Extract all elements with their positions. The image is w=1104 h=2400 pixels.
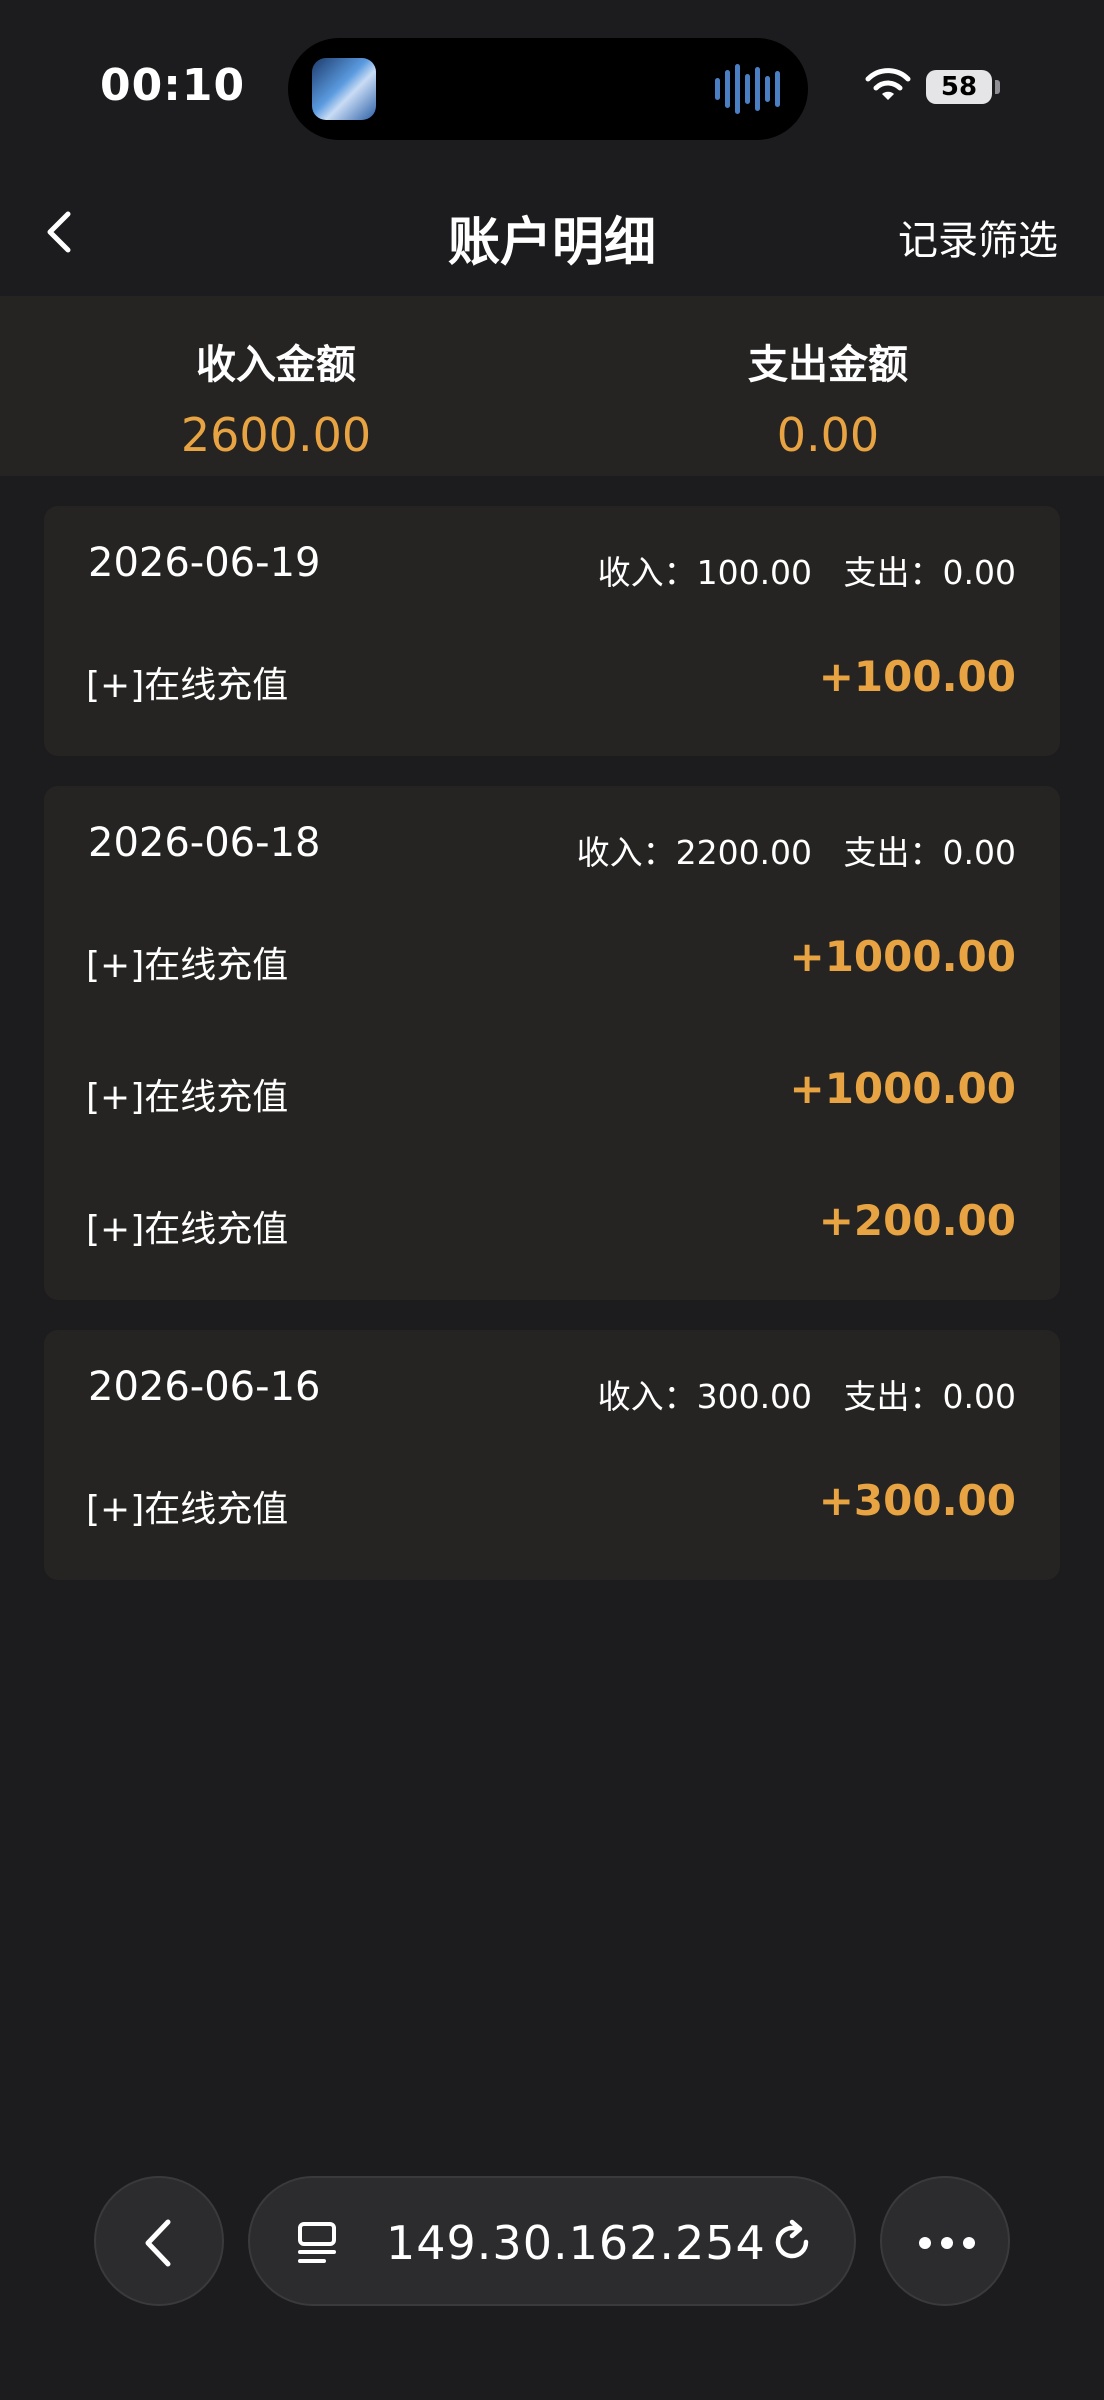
app-thumbnail-icon	[312, 58, 376, 120]
expense-value: 0.00	[776, 408, 880, 462]
summary-panel: 收入金额 2600.00 支出金额 0.00	[0, 296, 1104, 476]
day-date: 2026-06-19	[88, 540, 321, 586]
account-details-page: 00:10 58 账户明细 记录筛选 收入金额 2600.00 支出金额 0.0…	[0, 0, 1104, 2400]
ellipsis-icon	[919, 2237, 975, 2249]
transaction-label: [+]在线充值	[86, 1209, 289, 1250]
wifi-icon	[865, 68, 911, 100]
transaction-row[interactable]: [+]在线充值 +200.00	[44, 1160, 1060, 1292]
transaction-label: [+]在线充值	[86, 1077, 289, 1118]
transaction-row[interactable]: [+]在线充值 +1000.00	[44, 1028, 1060, 1160]
day-date: 2026-06-18	[88, 820, 321, 866]
back-chevron-icon	[145, 2219, 171, 2267]
day-group-card: 2026-06-16 收入：300.00 支出：0.00 [+]在线充值 +30…	[44, 1330, 1060, 1580]
day-totals: 收入：2200.00 支出：0.00	[576, 833, 1016, 872]
income-value: 2600.00	[180, 408, 372, 462]
transaction-row[interactable]: [+]在线充值 +300.00	[44, 1440, 1060, 1572]
transaction-label: [+]在线充值	[86, 1489, 289, 1530]
transaction-row[interactable]: [+]在线充值 +100.00	[44, 616, 1060, 748]
transaction-label: [+]在线充值	[86, 665, 289, 706]
browser-address-bar[interactable]: 149.30.162.254	[248, 2176, 856, 2306]
income-summary: 收入金额 2600.00	[0, 332, 552, 462]
battery-icon: 58	[926, 70, 992, 104]
day-totals: 收入：300.00 支出：0.00	[597, 1377, 1016, 1416]
status-time: 00:10	[100, 60, 246, 111]
transaction-amount: +100.00	[818, 652, 1016, 701]
expense-label: 支出金额	[748, 342, 908, 388]
transaction-amount: +200.00	[818, 1196, 1016, 1245]
audio-wave-icon	[715, 64, 780, 114]
day-date: 2026-06-16	[88, 1364, 321, 1410]
status-bar: 00:10 58	[0, 0, 1104, 170]
day-totals: 收入：100.00 支出：0.00	[597, 553, 1016, 592]
income-label: 收入金额	[196, 342, 356, 388]
transaction-row[interactable]: [+]在线充值 +1000.00	[44, 896, 1060, 1028]
page-menu-icon[interactable]	[294, 2218, 342, 2266]
dynamic-island[interactable]	[288, 38, 808, 140]
transaction-label: [+]在线充值	[86, 945, 289, 986]
day-group-card: 2026-06-19 收入：100.00 支出：0.00 [+]在线充值 +10…	[44, 506, 1060, 756]
battery-tip	[995, 80, 1000, 94]
browser-back-button[interactable]	[94, 2176, 224, 2306]
url-text: 149.30.162.254	[386, 2216, 766, 2270]
day-group-header: 2026-06-16 收入：300.00 支出：0.00	[44, 1330, 1060, 1440]
transaction-amount: +1000.00	[789, 932, 1017, 981]
transaction-amount: +300.00	[818, 1476, 1016, 1525]
reload-icon[interactable]	[766, 2216, 818, 2268]
day-group-header: 2026-06-18 收入：2200.00 支出：0.00	[44, 786, 1060, 896]
day-group-card: 2026-06-18 收入：2200.00 支出：0.00 [+]在线充值 +1…	[44, 786, 1060, 1300]
nav-bar: 账户明细 记录筛选	[0, 170, 1104, 296]
day-group-header: 2026-06-19 收入：100.00 支出：0.00	[44, 506, 1060, 616]
record-filter-button[interactable]: 记录筛选	[898, 208, 1058, 266]
more-options-button[interactable]	[880, 2176, 1010, 2306]
transaction-amount: +1000.00	[789, 1064, 1017, 1113]
expense-summary: 支出金额 0.00	[552, 332, 1104, 462]
